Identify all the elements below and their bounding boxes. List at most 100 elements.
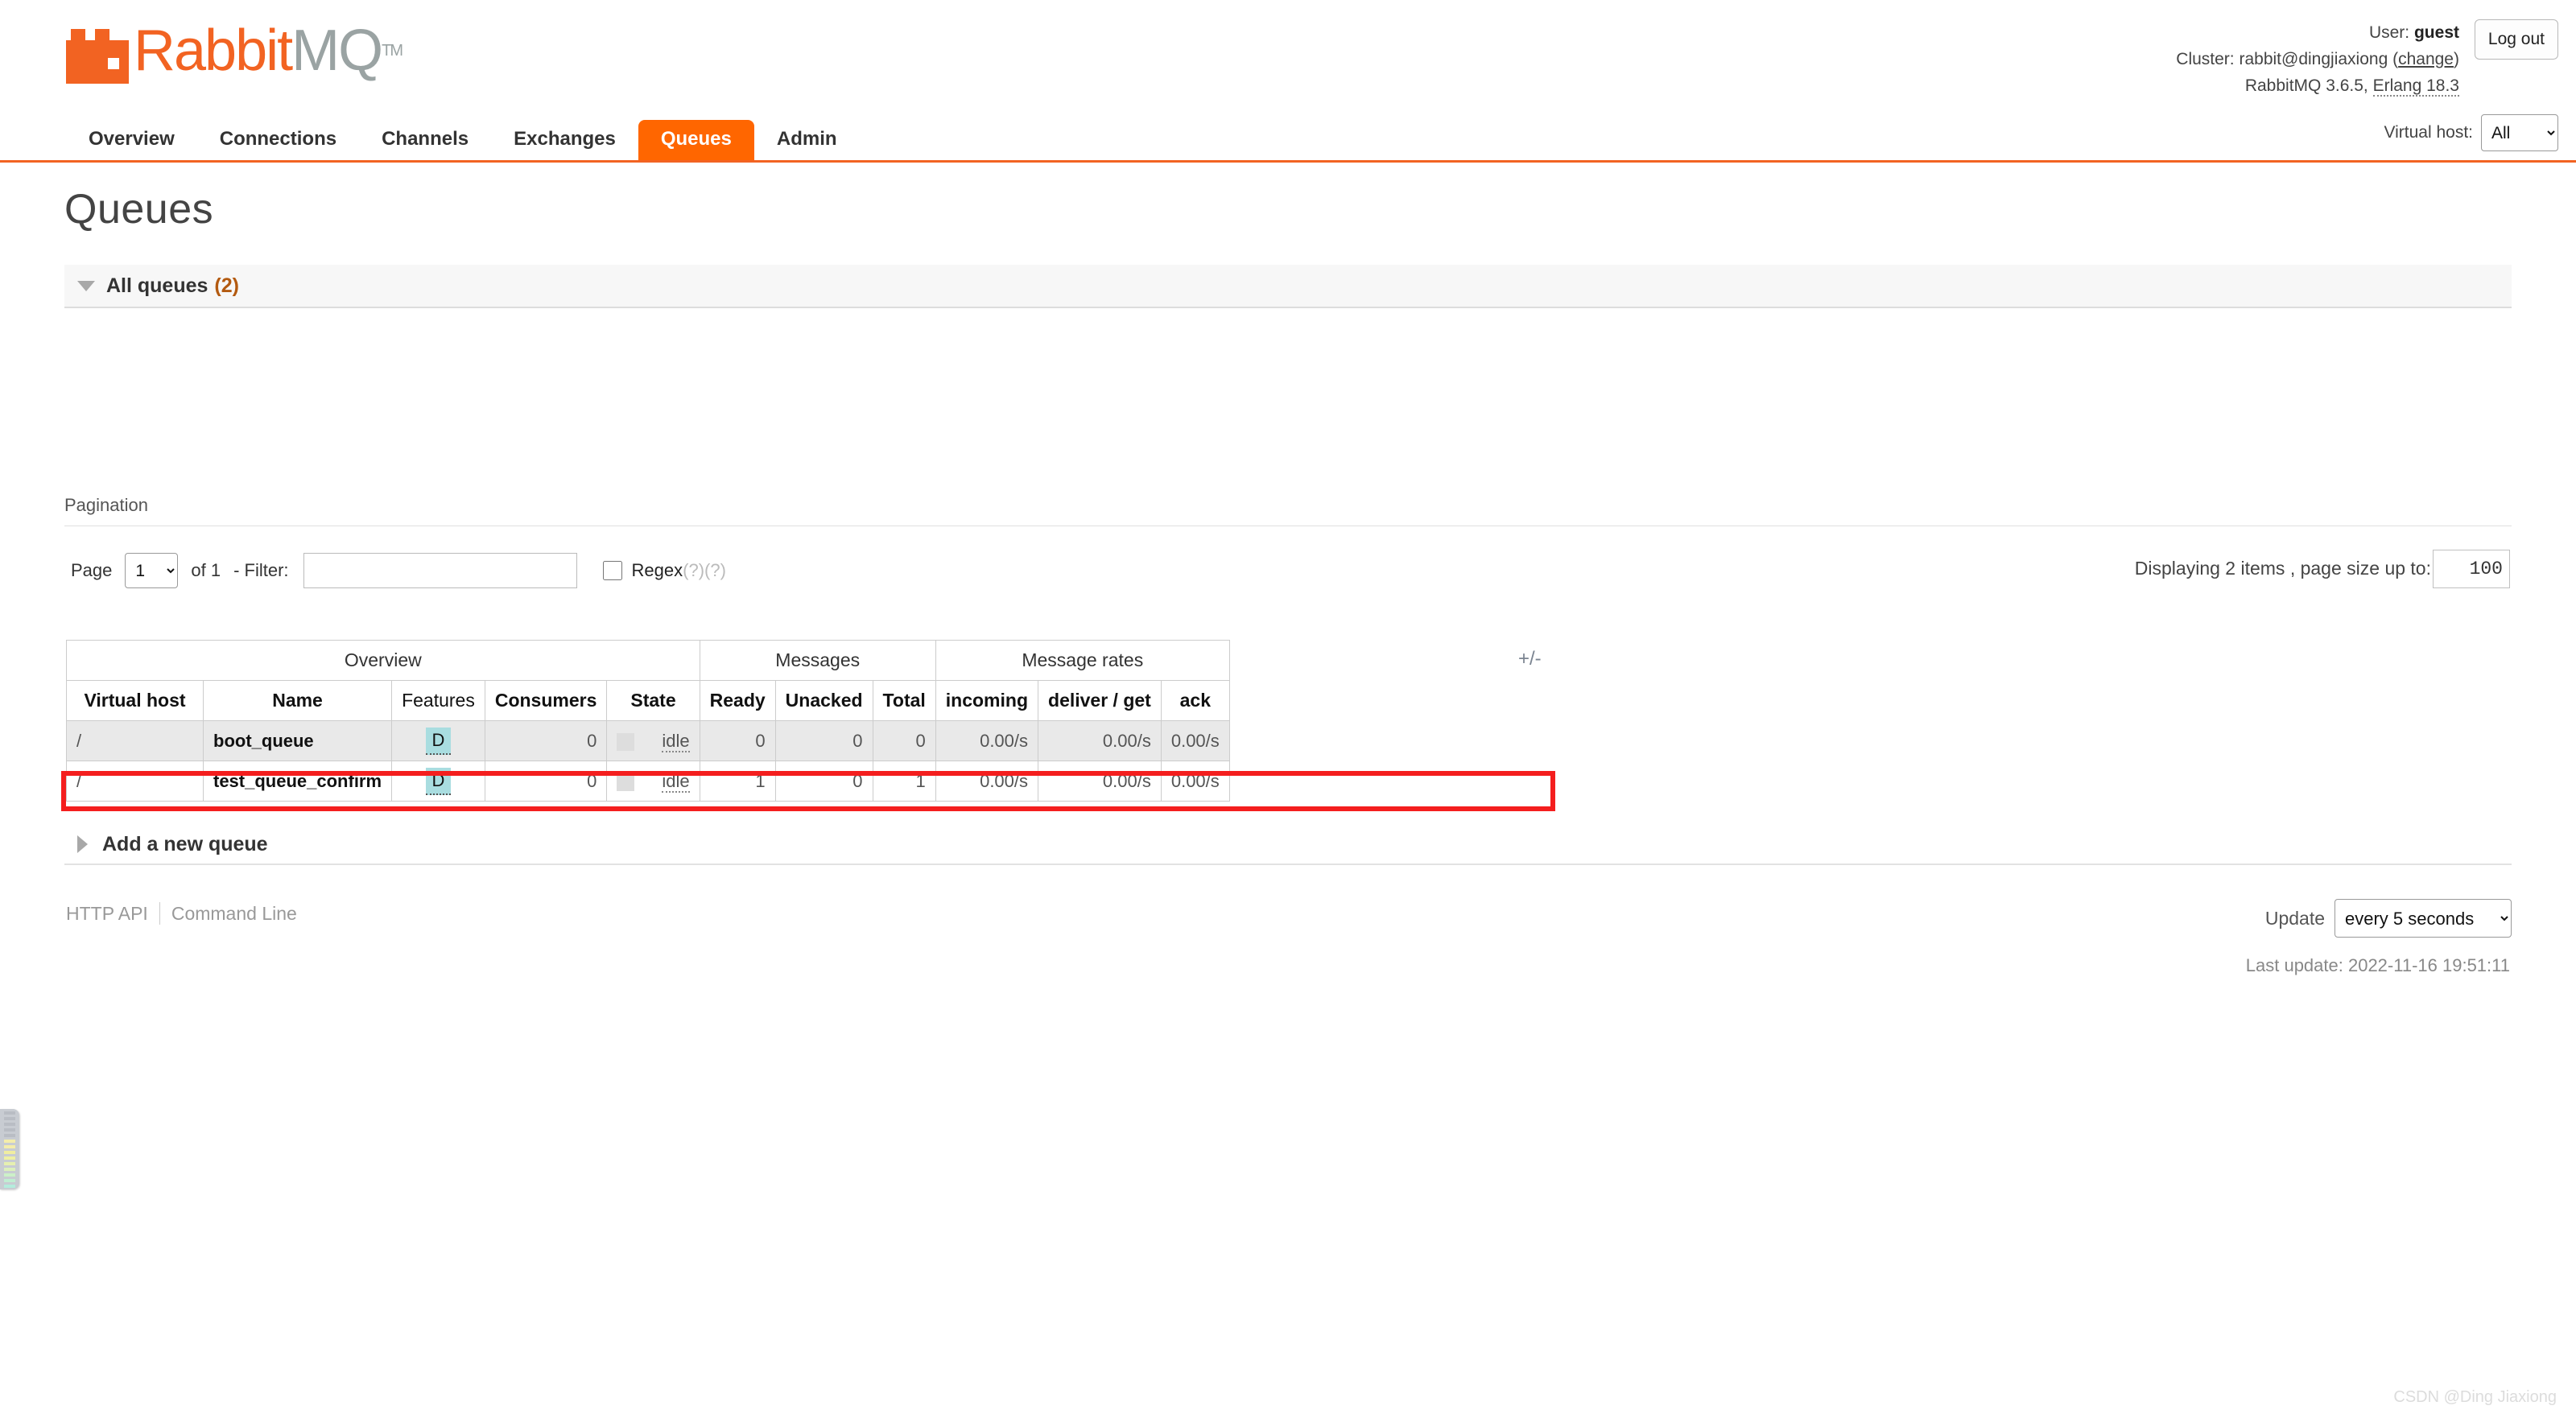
cell-state: idle <box>607 761 700 802</box>
nav-item-exchanges[interactable]: Exchanges <box>491 120 638 160</box>
column-consumers[interactable]: Consumers <box>485 681 607 721</box>
cell-total: 0 <box>873 721 935 761</box>
page-title: Queues <box>64 185 213 233</box>
state-label: idle <box>662 771 689 793</box>
rabbitmq-management-page: RabbitMQTM User: guest Cluster: rabbit@d… <box>0 0 2576 1418</box>
cell-deliver-get: 0.00/s <box>1038 721 1162 761</box>
page-of-label: of 1 <box>191 560 221 581</box>
column-total[interactable]: Total <box>873 681 935 721</box>
widget-bar <box>4 1179 15 1182</box>
column-name[interactable]: Name <box>204 681 392 721</box>
widget-bar <box>4 1140 15 1143</box>
user-value: guest <box>2414 23 2459 42</box>
header-info-block: User: guest Cluster: rabbit@dingjiaxiong… <box>2176 19 2459 99</box>
durable-badge[interactable]: D <box>426 728 452 755</box>
cluster-line: Cluster: rabbit@dingjiaxiong (change) <box>2176 46 2459 72</box>
table-row[interactable]: / test_queue_confirm D 0 idle 1 0 1 0.00… <box>67 761 1230 802</box>
cell-consumers: 0 <box>485 721 607 761</box>
logo-wordmark: RabbitMQTM <box>134 16 402 85</box>
cell-virtual-host: / <box>67 721 204 761</box>
column-incoming[interactable]: incoming <box>935 681 1038 721</box>
chevron-right-icon <box>77 835 88 853</box>
all-queues-section-header[interactable]: All queues (2) <box>64 265 2512 308</box>
page-number-select[interactable]: 1 <box>125 553 178 588</box>
column-unacked[interactable]: Unacked <box>775 681 873 721</box>
nav-item-connections[interactable]: Connections <box>197 120 359 160</box>
widget-bar <box>4 1117 15 1120</box>
durable-badge[interactable]: D <box>426 768 452 795</box>
cell-incoming: 0.00/s <box>935 761 1038 802</box>
all-queues-title: All queues <box>106 274 208 298</box>
widget-bar <box>4 1128 15 1132</box>
footer-links: HTTP API Command Line <box>66 902 297 925</box>
toggle-columns-button[interactable]: +/- <box>1518 648 1542 670</box>
group-header-overview: Overview <box>67 641 700 681</box>
cell-consumers: 0 <box>485 761 607 802</box>
cell-total: 1 <box>873 761 935 802</box>
cell-incoming: 0.00/s <box>935 721 1038 761</box>
cell-unacked: 0 <box>775 761 873 802</box>
nav-item-channels[interactable]: Channels <box>359 120 491 160</box>
logo-mq-text: MQ <box>291 19 382 83</box>
displaying-items-text: Displaying 2 items , page size up to: <box>2135 558 2431 579</box>
queues-table-body: / boot_queue D 0 idle 0 0 0 0.00/s 0 <box>67 721 1230 802</box>
nav-list: Overview Connections Channels Exchanges … <box>66 120 860 160</box>
nav-item-overview[interactable]: Overview <box>66 120 197 160</box>
queues-table-head: Overview Messages Message rates Virtual … <box>67 641 1230 721</box>
column-deliver-get[interactable]: deliver / get <box>1038 681 1162 721</box>
column-ack[interactable]: ack <box>1161 681 1229 721</box>
erlang-version: Erlang 18.3 <box>2373 76 2459 97</box>
cell-queue-name[interactable]: test_queue_confirm <box>204 761 392 802</box>
filter-input[interactable] <box>303 553 577 588</box>
nav-item-admin[interactable]: Admin <box>754 120 860 160</box>
all-queues-count: (2) <box>214 274 239 298</box>
cell-deliver-get: 0.00/s <box>1038 761 1162 802</box>
column-state[interactable]: State <box>607 681 700 721</box>
regex-label: Regex <box>632 560 683 581</box>
watermark-text: CSDN @Ding Jiaxiong <box>2393 1388 2557 1407</box>
state-indicator-icon <box>617 733 634 751</box>
cell-unacked: 0 <box>775 721 873 761</box>
regex-help-icon-2[interactable]: (?) <box>704 560 726 581</box>
add-new-queue-section[interactable]: Add a new queue <box>64 825 2512 865</box>
side-panel-handle[interactable] <box>0 1109 19 1189</box>
state-label: idle <box>662 731 689 752</box>
user-line: User: guest <box>2176 19 2459 46</box>
column-features[interactable]: Features <box>392 681 485 721</box>
cluster-label: Cluster: <box>2176 50 2234 68</box>
widget-bar <box>4 1156 15 1160</box>
logout-button[interactable]: Log out <box>2475 19 2558 60</box>
update-interval-control: Update every 5 secondsevery 10 secondsev… <box>2265 899 2512 938</box>
page-header: RabbitMQTM User: guest Cluster: rabbit@d… <box>0 0 2576 113</box>
rabbit-logo-icon <box>66 29 129 84</box>
chevron-down-icon <box>77 281 95 291</box>
rabbitmq-logo[interactable]: RabbitMQTM <box>66 16 404 85</box>
http-api-link[interactable]: HTTP API <box>66 903 148 925</box>
table-group-header-row: Overview Messages Message rates <box>67 641 1230 681</box>
main-navigation: Overview Connections Channels Exchanges … <box>0 119 2576 163</box>
regex-help-icon-1[interactable]: (?) <box>683 560 704 581</box>
group-header-message-rates: Message rates <box>935 641 1229 681</box>
cell-virtual-host: / <box>67 761 204 802</box>
regex-checkbox[interactable] <box>603 561 622 580</box>
column-virtual-host[interactable]: Virtual host <box>67 681 204 721</box>
update-interval-select[interactable]: every 5 secondsevery 10 secondsevery 30 … <box>2334 899 2512 938</box>
column-ready[interactable]: Ready <box>700 681 775 721</box>
cell-features: D <box>392 761 485 802</box>
page-label: Page <box>71 560 112 581</box>
nav-item-queues[interactable]: Queues <box>638 120 754 160</box>
version-line: RabbitMQ 3.6.5, Erlang 18.3 <box>2176 72 2459 99</box>
widget-bar <box>4 1151 15 1154</box>
command-line-link[interactable]: Command Line <box>171 903 297 925</box>
page-size-input[interactable] <box>2433 550 2510 588</box>
filter-label: - Filter: <box>233 560 288 581</box>
cell-queue-name[interactable]: boot_queue <box>204 721 392 761</box>
group-header-messages: Messages <box>700 641 935 681</box>
cluster-change-paren-close: ) <box>2454 50 2459 68</box>
change-cluster-link[interactable]: change <box>2398 50 2454 68</box>
table-row[interactable]: / boot_queue D 0 idle 0 0 0 0.00/s 0 <box>67 721 1230 761</box>
widget-bar <box>4 1162 15 1165</box>
cell-ready: 0 <box>700 721 775 761</box>
add-new-queue-label: Add a new queue <box>102 833 268 856</box>
logo-tm-text: TM <box>382 42 402 60</box>
